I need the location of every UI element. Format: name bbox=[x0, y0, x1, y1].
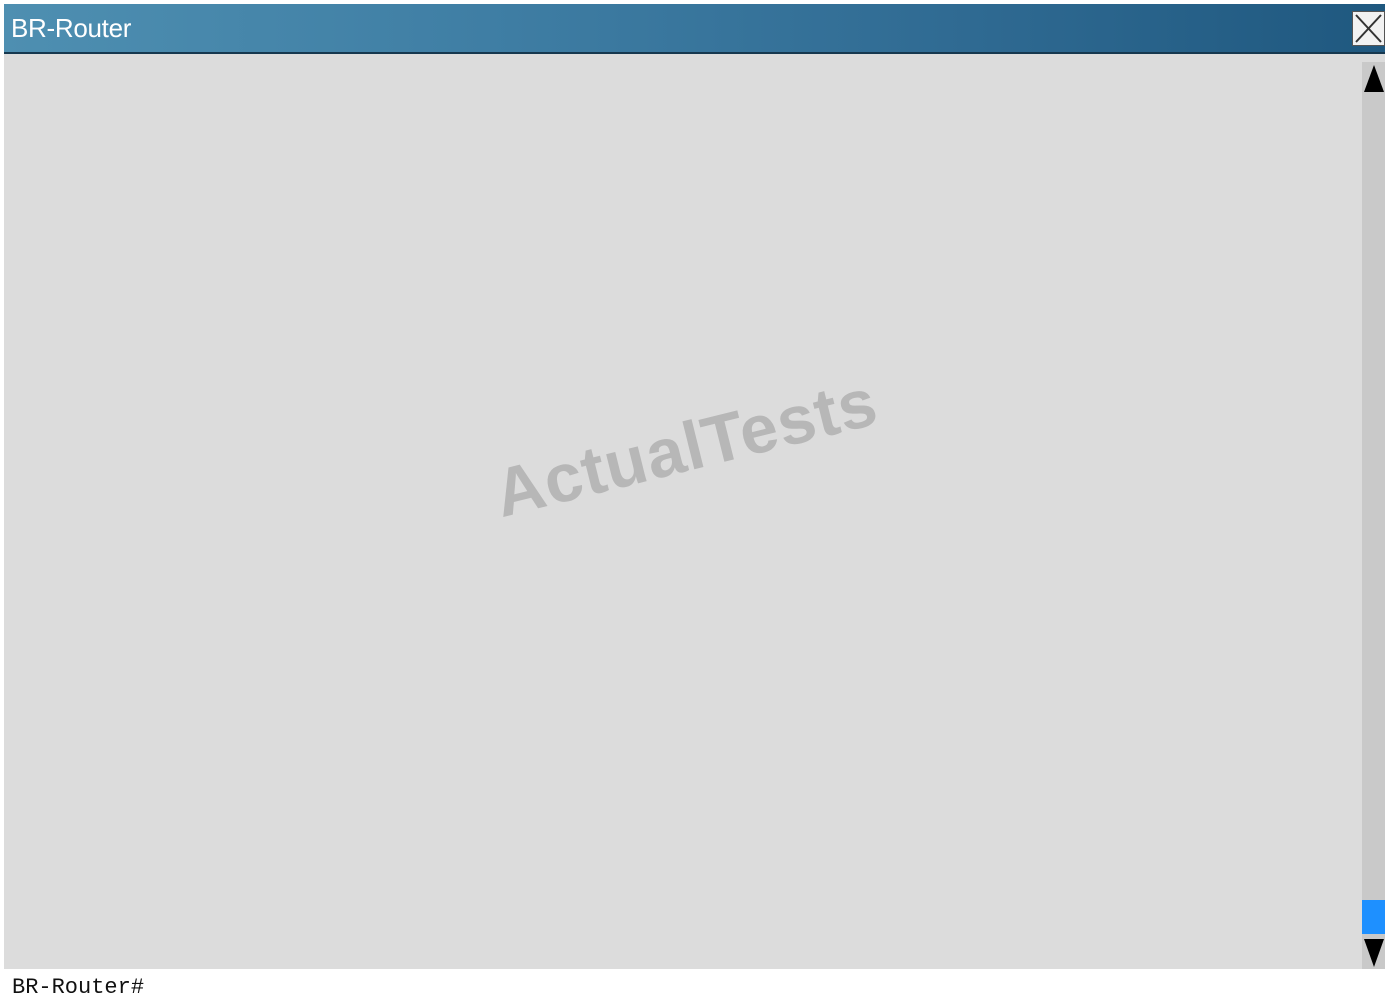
scroll-up-button[interactable] bbox=[1362, 62, 1385, 94]
vertical-scrollbar[interactable] bbox=[1362, 62, 1385, 969]
arrow-up-icon bbox=[1364, 65, 1384, 92]
close-icon bbox=[1355, 14, 1382, 43]
arrow-down-icon bbox=[1364, 939, 1384, 967]
close-button[interactable] bbox=[1352, 11, 1385, 46]
scroll-thumb[interactable] bbox=[1362, 900, 1385, 934]
title-bar[interactable]: BR-Router bbox=[4, 4, 1385, 54]
console-prompt[interactable]: BR-Router# bbox=[12, 975, 144, 1000]
window-title: BR-Router bbox=[11, 13, 132, 43]
watermark: ActualTests bbox=[486, 363, 885, 532]
console-output[interactable]: ActualTests BR-Router# bbox=[4, 56, 1360, 1000]
scroll-down-button[interactable] bbox=[1362, 937, 1385, 969]
terminal-window: BR-Router ActualTests BR-Router# bbox=[4, 4, 1385, 1000]
